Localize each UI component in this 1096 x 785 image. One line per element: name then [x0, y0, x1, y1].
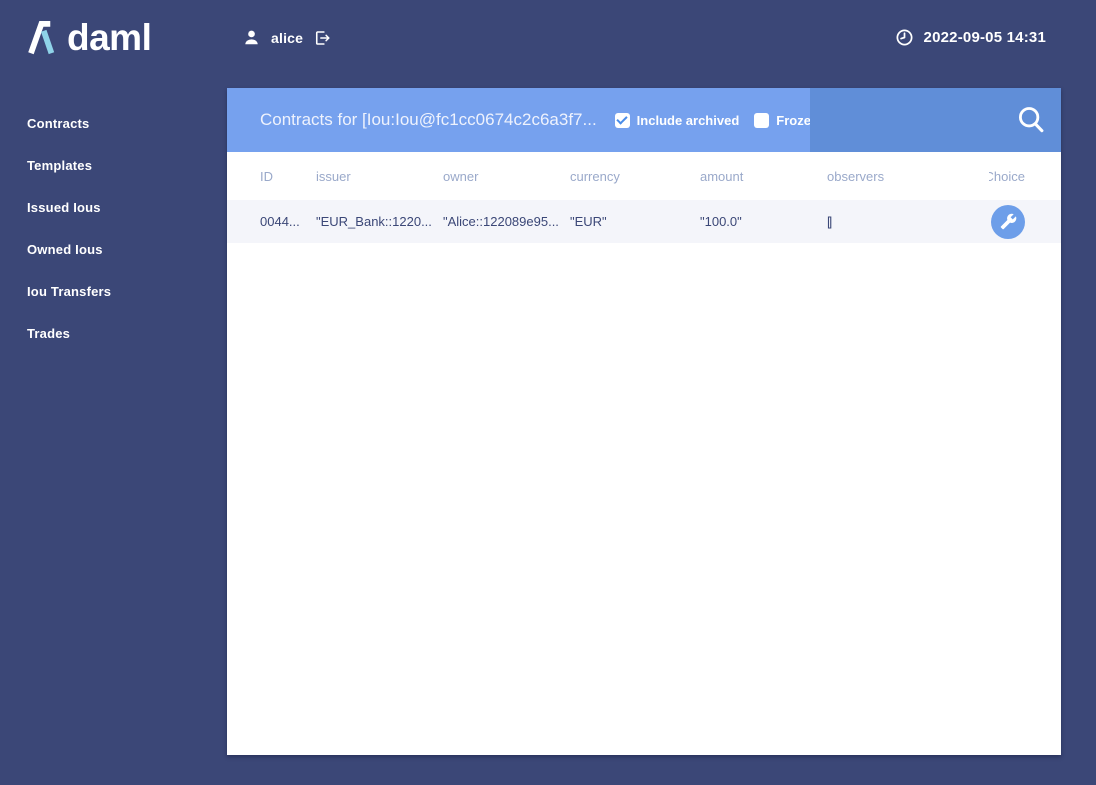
exercise-choice-button[interactable]	[991, 204, 1025, 239]
app-root: daml alice 2022-09-05 14:31 Contracts Te…	[0, 0, 1096, 785]
column-header-owner: owner	[443, 168, 479, 184]
contracts-panel: Contracts for [Iou:Iou@fc1cc0674c2c6a3f7…	[227, 88, 1061, 755]
column-header-observers: observers	[827, 168, 885, 184]
column-header-issuer: issuer	[316, 168, 351, 184]
sidebar-item-label: Issued Ious	[27, 199, 101, 215]
frozen-filter[interactable]: Frozen	[754, 112, 810, 128]
sidebar-item-iou-transfers[interactable]: Iou Transfers	[0, 270, 227, 312]
sidebar-item-trades[interactable]: Trades	[0, 312, 227, 354]
contract-issuer-cell: "EUR_Bank::1220...	[316, 214, 432, 229]
column-header-amount: amount	[700, 168, 744, 184]
frozen-label: Frozen	[776, 112, 810, 128]
search-icon	[1016, 105, 1046, 135]
wrench-icon	[1000, 213, 1016, 230]
sidebar-item-label: Trades	[27, 325, 71, 341]
contract-id-cell: 0044...	[260, 214, 300, 229]
include-archived-filter[interactable]: Include archived	[614, 112, 740, 128]
logout-icon[interactable]	[313, 29, 331, 47]
column-header-choice: Choice	[989, 168, 1025, 184]
contract-amount-cell: "100.0"	[700, 214, 742, 229]
sidebar-item-templates[interactable]: Templates	[0, 144, 227, 186]
daml-logo: daml	[24, 16, 152, 58]
sidebar-item-label: Contracts	[27, 115, 90, 131]
search-button[interactable]	[1014, 103, 1048, 137]
contract-currency-cell: "EUR"	[570, 214, 607, 229]
frozen-checkbox[interactable]	[754, 112, 770, 128]
logo-wordmark: daml	[67, 16, 152, 58]
username-label: alice	[271, 29, 304, 46]
user-icon	[242, 28, 261, 47]
contracts-panel-header: Contracts for [Iou:Iou@fc1cc0674c2c6a3f7…	[227, 88, 1061, 152]
sidebar: Contracts Templates Issued Ious Owned Io…	[0, 102, 227, 354]
ledger-time: 2022-09-05 14:31	[895, 28, 1046, 47]
contracts-header-main: Contracts for [Iou:Iou@fc1cc0674c2c6a3f7…	[227, 88, 810, 152]
daml-logo-icon	[28, 20, 55, 55]
panel-title: Contracts for [Iou:Iou@fc1cc0674c2c6a3f7…	[260, 110, 597, 129]
contract-choice-cell	[989, 204, 1025, 239]
column-header-currency: currency	[570, 168, 620, 184]
sidebar-item-contracts[interactable]: Contracts	[0, 102, 227, 144]
sidebar-item-label: Templates	[27, 157, 93, 173]
sidebar-item-issued-ious[interactable]: Issued Ious	[0, 186, 227, 228]
timestamp-label: 2022-09-05 14:31	[923, 29, 1046, 46]
contracts-table-header: ID issuer owner currency amount observer…	[227, 152, 1061, 200]
column-header-id: ID	[260, 168, 273, 184]
sidebar-item-owned-ious[interactable]: Owned Ious	[0, 228, 227, 270]
sidebar-item-label: Iou Transfers	[27, 283, 112, 299]
user-area: alice	[242, 28, 331, 47]
search-section	[810, 88, 1061, 152]
sidebar-item-label: Owned Ious	[27, 241, 103, 257]
contract-owner-cell: "Alice::122089e95...	[443, 214, 559, 229]
clock-icon	[895, 28, 914, 47]
include-archived-label: Include archived	[636, 112, 740, 128]
contract-observers-cell: []	[827, 214, 832, 229]
include-archived-checkbox[interactable]	[614, 112, 630, 128]
contract-row[interactable]: 0044... "EUR_Bank::1220... "Alice::12208…	[227, 200, 1061, 243]
filters: Include archived Frozen	[614, 112, 810, 128]
